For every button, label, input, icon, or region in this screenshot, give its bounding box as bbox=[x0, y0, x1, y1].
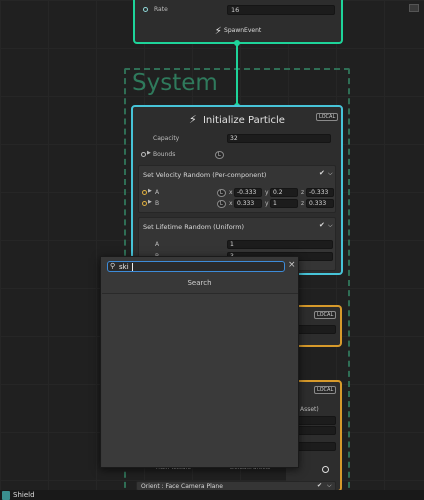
corner-square-icon bbox=[409, 4, 419, 12]
lightning-icon: ⚡ bbox=[189, 113, 197, 126]
axis-x-label: x bbox=[229, 200, 233, 207]
axis-z-label: z bbox=[301, 189, 305, 196]
checkmark-icon[interactable]: ✔ bbox=[319, 169, 325, 177]
initialize-particle-node[interactable]: ⚡ Initialize Particle LOCAL Capacity 32 … bbox=[131, 105, 343, 275]
axis-z-label: z bbox=[301, 200, 305, 207]
spawn-node[interactable]: Rate 16 ⚡ SpawnEvent bbox=[133, 0, 343, 44]
search-input-text: ski bbox=[119, 263, 129, 271]
lightning-icon: ⚡ bbox=[214, 26, 222, 37]
bounds-port-icon[interactable] bbox=[141, 152, 146, 157]
chevron-down-icon[interactable]: ⌵ bbox=[328, 170, 333, 178]
bounds-space-badge[interactable]: L bbox=[215, 151, 224, 159]
init-title: Initialize Particle bbox=[202, 115, 285, 126]
flow-connector[interactable] bbox=[236, 43, 238, 105]
b-expand-icon[interactable]: ▶ bbox=[148, 199, 152, 205]
local-badge[interactable]: LOCAL bbox=[316, 113, 339, 121]
lifetime-a-label: A bbox=[155, 241, 160, 248]
search-button[interactable]: Search bbox=[101, 279, 298, 287]
lifetime-a-input[interactable]: 1 bbox=[227, 240, 333, 249]
a-expand-icon[interactable]: ▶ bbox=[148, 188, 152, 194]
checkmark-icon[interactable]: ✔ bbox=[319, 221, 325, 229]
search-results-list[interactable] bbox=[102, 293, 298, 467]
node-search-popup[interactable]: ⚲ ski × Search bbox=[100, 256, 299, 468]
init-header: ⚡ Initialize Particle bbox=[133, 113, 341, 126]
rate-input[interactable]: 16 bbox=[227, 5, 335, 15]
chevron-down-icon[interactable]: ⌵ bbox=[327, 482, 332, 490]
lifetime-title: Set Lifetime Random (Uniform) bbox=[143, 223, 245, 231]
system-title[interactable]: System bbox=[132, 70, 218, 96]
velocity-b-z[interactable]: 0.333 bbox=[306, 199, 334, 208]
velocity-b-x[interactable]: 0.333 bbox=[234, 199, 262, 208]
b-port-icon[interactable] bbox=[142, 201, 147, 206]
spawn-event-label: SpawnEvent bbox=[224, 27, 262, 34]
velocity-block[interactable]: Set Velocity Random (Per-component) ✔ ⌵ … bbox=[138, 165, 336, 213]
capacity-label: Capacity bbox=[153, 135, 180, 142]
search-icon: ⚲ bbox=[110, 262, 116, 270]
target-icon[interactable] bbox=[322, 466, 329, 473]
event-output: ⚡ SpawnEvent bbox=[135, 26, 341, 37]
velocity-a-label: A bbox=[155, 189, 160, 196]
axis-y-label: y bbox=[265, 200, 269, 207]
chevron-down-icon[interactable]: ⌵ bbox=[328, 222, 333, 230]
rate-label: Rate bbox=[154, 6, 168, 13]
velocity-a-y[interactable]: 0.2 bbox=[270, 188, 298, 197]
capacity-input[interactable]: 32 bbox=[227, 134, 331, 143]
velocity-b-label: B bbox=[155, 200, 160, 207]
rate-row: Rate 16 bbox=[139, 4, 339, 16]
shield-label[interactable]: Shield bbox=[13, 491, 35, 499]
clear-search-button[interactable]: × bbox=[288, 260, 296, 270]
velocity-b-y[interactable]: 1 bbox=[270, 199, 298, 208]
flow-output-port[interactable] bbox=[234, 40, 240, 46]
update-local-badge[interactable]: LOCAL bbox=[314, 311, 337, 319]
bottom-bar: Shield bbox=[0, 490, 424, 500]
shield-file-icon[interactable] bbox=[2, 491, 10, 500]
velocity-a-space-badge[interactable]: L bbox=[217, 189, 226, 197]
search-input[interactable]: ⚲ ski bbox=[107, 261, 285, 272]
axis-y-label: y bbox=[265, 189, 269, 196]
rate-port-icon[interactable] bbox=[143, 7, 148, 12]
velocity-title: Set Velocity Random (Per-component) bbox=[143, 171, 267, 179]
axis-x-label: x bbox=[229, 189, 233, 196]
velocity-a-x[interactable]: -0.333 bbox=[234, 188, 262, 197]
bounds-expand-icon[interactable]: ▶ bbox=[147, 150, 151, 156]
checkmark-icon[interactable]: ✔ bbox=[317, 482, 322, 489]
asset-text: Asset) bbox=[300, 406, 319, 413]
orient-label: Orient : Face Camera Plane bbox=[141, 483, 223, 490]
a-port-icon[interactable] bbox=[142, 190, 147, 195]
text-cursor bbox=[132, 263, 133, 271]
velocity-b-space-badge[interactable]: L bbox=[217, 200, 226, 208]
velocity-a-z[interactable]: -0.333 bbox=[306, 188, 334, 197]
output-local-badge[interactable]: LOCAL bbox=[314, 386, 337, 394]
bounds-label: Bounds bbox=[153, 151, 176, 158]
